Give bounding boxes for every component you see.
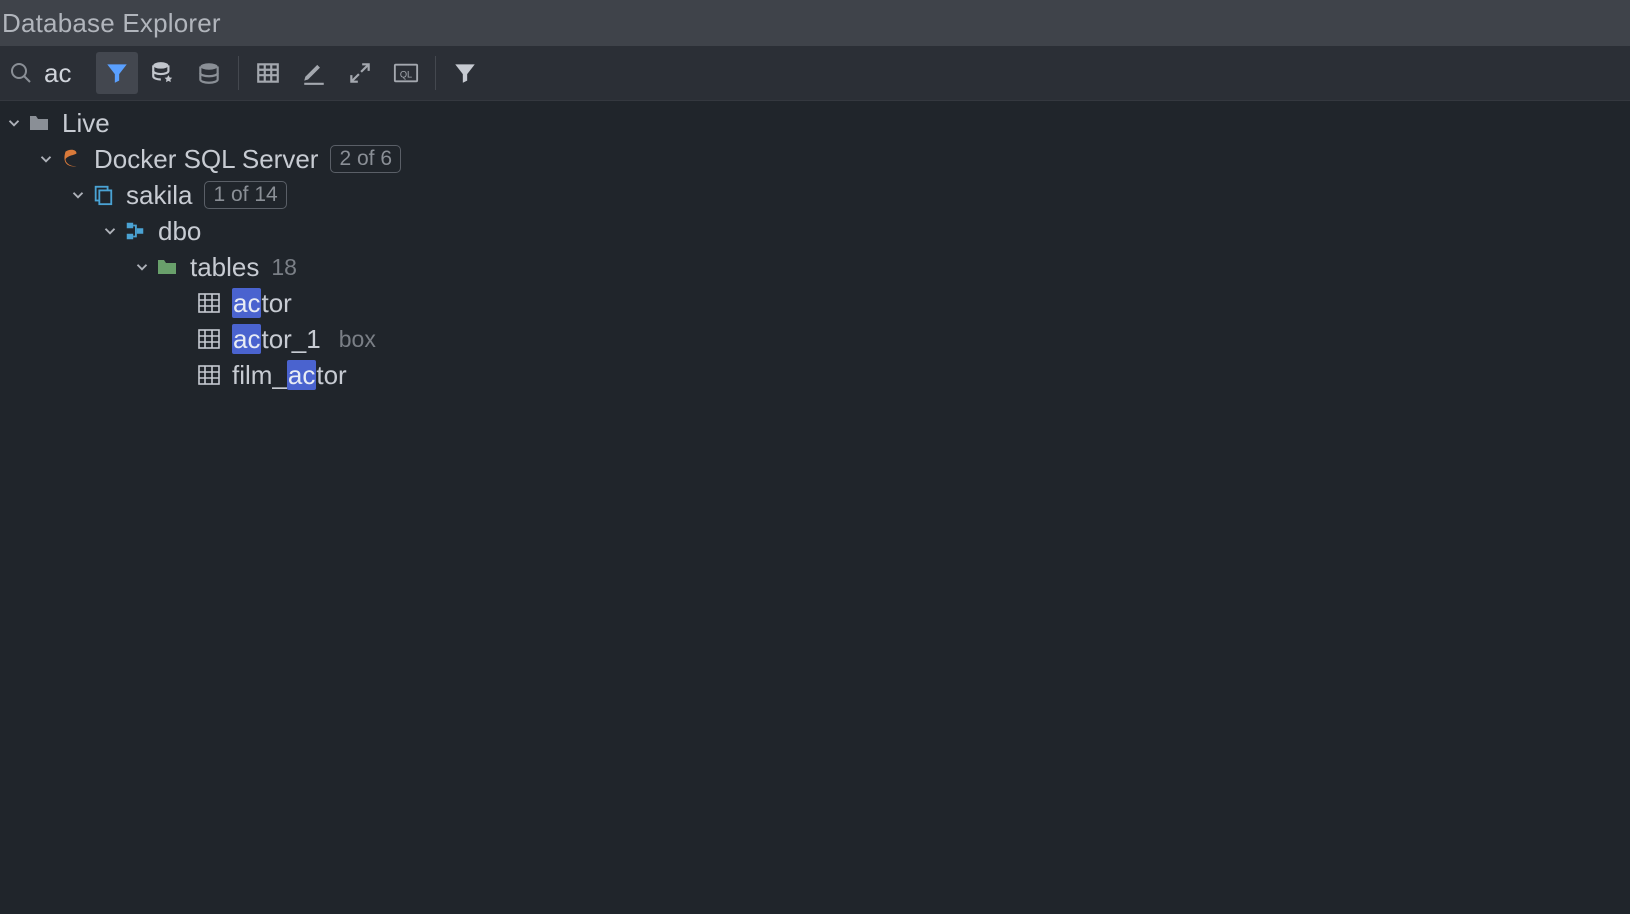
search-wrap [6,46,94,100]
search-highlight: ac [287,360,316,390]
tree-node-table[interactable]: actor [0,285,1630,321]
database-icon [90,182,116,208]
folder-icon [26,110,52,136]
search-highlight: ac [232,324,261,354]
search-input[interactable] [44,58,84,89]
edit-button[interactable] [293,52,335,94]
toolbar: QL [0,46,1630,101]
search-icon [6,58,36,88]
jump-to-query-console-button[interactable]: QL [385,52,427,94]
data-source-properties-button[interactable] [142,52,184,94]
panel-title: Database Explorer [0,0,1630,46]
title-text: Database Explorer [2,8,221,39]
tree-node-label: sakila [126,180,192,211]
table-icon [196,290,222,316]
tree-node-datasource[interactable]: Docker SQL Server 2 of 6 [0,141,1630,177]
tree-node-label: Live [62,108,110,139]
view-options-button[interactable] [444,52,486,94]
tree-node-label: Docker SQL Server [94,144,318,175]
tree-node-label: actor [232,288,292,319]
tree-node-database[interactable]: sakila 1 of 14 [0,177,1630,213]
tree-node-badge: 1 of 14 [204,181,286,209]
create-table-button[interactable] [247,52,289,94]
toolbar-separator [435,56,436,90]
expand-collapse-button[interactable] [339,52,381,94]
chevron-down-icon[interactable] [130,255,154,279]
tree-node-label: tables [190,252,259,283]
table-icon [196,326,222,352]
folder-icon [154,254,180,280]
tree-node-table[interactable]: actor_1 box [0,321,1630,357]
tree-node-label: film_actor [232,360,347,391]
database-tree: Live Docker SQL Server 2 of 6 sakila 1 o… [0,101,1630,393]
chevron-down-icon[interactable] [2,111,26,135]
tree-node-tables-folder[interactable]: tables 18 [0,249,1630,285]
chevron-down-icon[interactable] [66,183,90,207]
tree-node-count: 18 [271,254,297,281]
sql-server-icon [58,146,84,172]
tree-node-badge: 2 of 6 [330,145,401,173]
filter-button[interactable] [96,52,138,94]
tree-node-table[interactable]: film_actor [0,357,1630,393]
tree-node-secondary: box [339,326,376,353]
schema-icon [122,218,148,244]
search-highlight: ac [232,288,261,318]
svg-text:QL: QL [400,70,412,80]
chevron-down-icon[interactable] [98,219,122,243]
tree-node-group[interactable]: Live [0,105,1630,141]
toolbar-separator [238,56,239,90]
tree-node-label: actor_1 [232,324,321,355]
table-icon [196,362,222,388]
chevron-down-icon[interactable] [34,147,58,171]
refresh-button[interactable] [188,52,230,94]
tree-node-label: dbo [158,216,201,247]
tree-node-schema[interactable]: dbo [0,213,1630,249]
